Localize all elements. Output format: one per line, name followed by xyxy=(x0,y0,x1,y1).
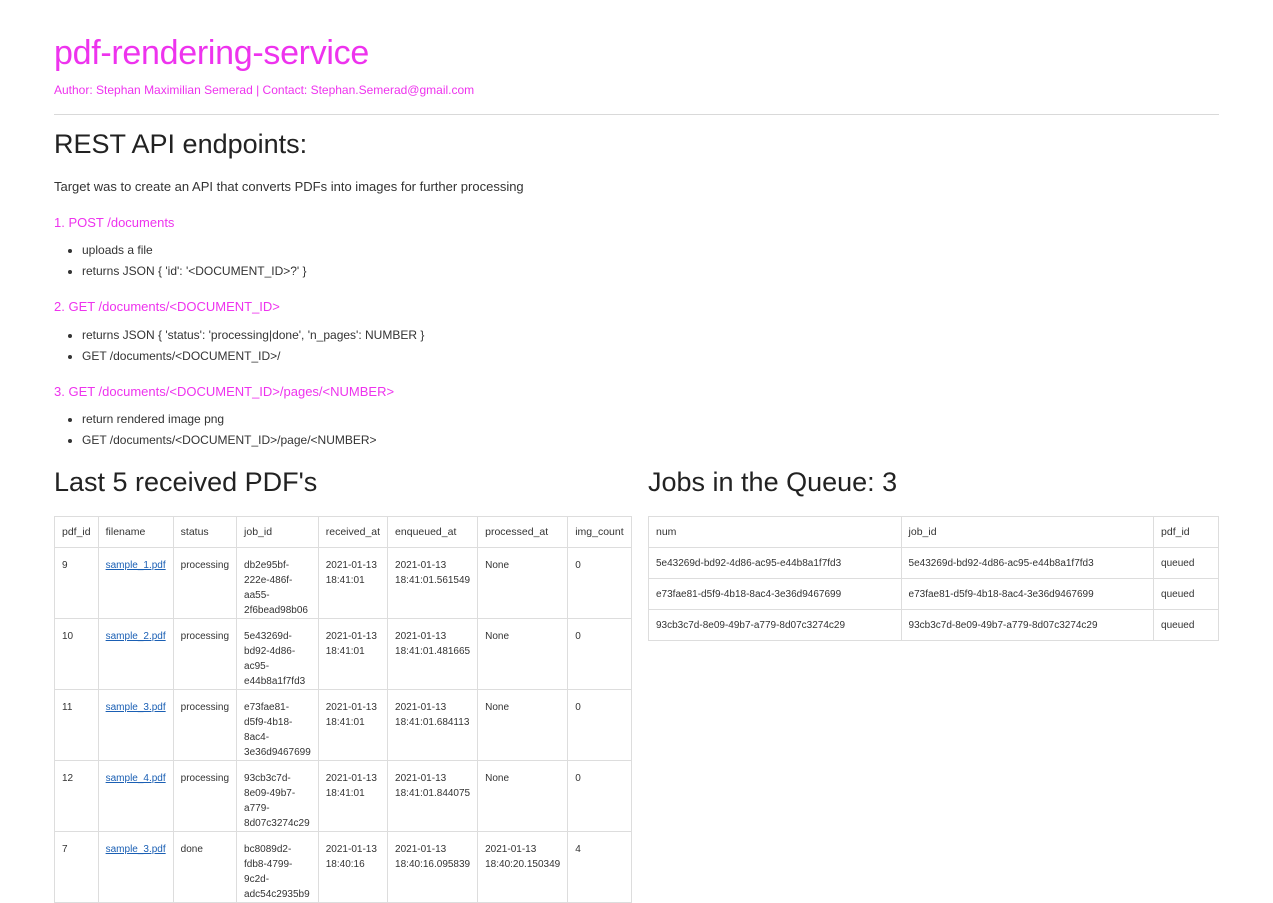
cell-num: 93cb3c7d-8e09-49b7-a779-8d07c3274c29 xyxy=(648,609,902,641)
filename-link[interactable]: sample_1.pdf xyxy=(106,560,166,571)
cell-img-count: 0 xyxy=(567,547,632,619)
cell-pdf-id: queued xyxy=(1153,609,1219,641)
column-header-img-count: img_count xyxy=(567,516,632,548)
table-row: 11 sample_3.pdf processing e73fae81-d5f9… xyxy=(54,689,632,761)
queue-count: 3 xyxy=(882,467,898,497)
list-item: GET /documents/<DOCUMENT_ID>/ xyxy=(82,346,424,367)
cell-job-id: 93cb3c7d-8e09-49b7-a779-8d07c3274c29 xyxy=(900,609,1155,641)
filename-link[interactable]: sample_4.pdf xyxy=(106,773,166,784)
list-item: returns JSON { 'id': '<DOCUMENT_ID>?' } xyxy=(82,261,307,282)
api-intro: Target was to create an API that convert… xyxy=(54,179,524,194)
cell-received-at: 2021-01-13 18:40:16 xyxy=(317,831,389,903)
cell-enqueued-at: 2021-01-13 18:41:01.844075 xyxy=(387,760,479,832)
cell-processed-at: None xyxy=(477,760,569,832)
cell-processed-at: None xyxy=(477,547,569,619)
endpoint-2-list: returns JSON { 'status': 'processing|don… xyxy=(54,325,424,367)
queue-heading-label: Jobs in the Queue: xyxy=(648,467,875,497)
list-item: uploads a file xyxy=(82,240,307,261)
last-pdfs-table: pdf_id filename status job_id received_a… xyxy=(54,516,632,903)
cell-job-id: db2e95bf-222e-486f-aa55-2f6bead98b06 xyxy=(236,547,319,619)
column-header-pdf-id: pdf_id xyxy=(1153,516,1219,548)
cell-status: processing xyxy=(172,689,238,761)
filename-link[interactable]: sample_2.pdf xyxy=(106,631,166,642)
table-row: 93cb3c7d-8e09-49b7-a779-8d07c3274c29 93c… xyxy=(648,609,1219,641)
list-item: GET /documents/<DOCUMENT_ID>/page/<NUMBE… xyxy=(82,430,377,451)
cell-processed-at: None xyxy=(477,689,569,761)
column-header-job-id: job_id xyxy=(236,516,319,548)
table-row: 9 sample_1.pdf processing db2e95bf-222e-… xyxy=(54,547,632,619)
cell-status: done xyxy=(172,831,238,903)
endpoint-1-list: uploads a file returns JSON { 'id': '<DO… xyxy=(54,240,307,282)
author-line: Author: Stephan Maximilian Semerad | Con… xyxy=(54,83,475,97)
filename-link[interactable]: sample_3.pdf xyxy=(106,702,166,713)
table-header-row: num job_id pdf_id xyxy=(648,516,1219,548)
cell-received-at: 2021-01-13 18:41:01 xyxy=(317,760,389,832)
cell-job-id: 5e43269d-bd92-4d86-ac95-e44b8a1f7fd3 xyxy=(900,547,1155,579)
cell-filename: sample_3.pdf xyxy=(97,831,174,903)
cell-received-at: 2021-01-13 18:41:01 xyxy=(317,547,389,619)
column-header-job-id: job_id xyxy=(900,516,1155,548)
cell-job-id: e73fae81-d5f9-4b18-8ac4-3e36d9467699 xyxy=(236,689,319,761)
table-row: e73fae81-d5f9-4b18-8ac4-3e36d9467699 e73… xyxy=(648,578,1219,610)
table-row: 5e43269d-bd92-4d86-ac95-e44b8a1f7fd3 5e4… xyxy=(648,547,1219,579)
cell-img-count: 4 xyxy=(567,831,632,903)
cell-processed-at: 2021-01-13 18:40:20.150349 xyxy=(477,831,569,903)
list-item: return rendered image png xyxy=(82,409,377,430)
cell-processed-at: None xyxy=(477,618,569,690)
cell-pdf-id: queued xyxy=(1153,578,1219,610)
column-header-pdf-id: pdf_id xyxy=(54,516,99,548)
cell-enqueued-at: 2021-01-13 18:41:01.481665 xyxy=(387,618,479,690)
page-title: pdf-rendering-service xyxy=(54,34,369,72)
cell-img-count: 0 xyxy=(567,760,632,832)
queue-heading: Jobs in the Queue: 3 xyxy=(648,467,897,498)
column-header-enqueued-at: enqueued_at xyxy=(387,516,479,548)
cell-pdf-id: 9 xyxy=(54,547,99,619)
page: pdf-rendering-service Author: Stephan Ma… xyxy=(0,0,1273,903)
table-header-row: pdf_id filename status job_id received_a… xyxy=(54,516,632,548)
cell-received-at: 2021-01-13 18:41:01 xyxy=(317,689,389,761)
cell-pdf-id: queued xyxy=(1153,547,1219,579)
cell-job-id: 5e43269d-bd92-4d86-ac95-e44b8a1f7fd3 xyxy=(236,618,319,690)
column-header-processed-at: processed_at xyxy=(477,516,569,548)
table-row: 10 sample_2.pdf processing 5e43269d-bd92… xyxy=(54,618,632,690)
cell-pdf-id: 7 xyxy=(54,831,99,903)
cell-status: processing xyxy=(172,618,238,690)
column-header-num: num xyxy=(648,516,902,548)
cell-filename: sample_3.pdf xyxy=(97,689,174,761)
cell-status: processing xyxy=(172,760,238,832)
cell-pdf-id: 10 xyxy=(54,618,99,690)
column-header-status: status xyxy=(172,516,238,548)
table-row: 12 sample_4.pdf processing 93cb3c7d-8e09… xyxy=(54,760,632,832)
cell-img-count: 0 xyxy=(567,689,632,761)
queue-table: num job_id pdf_id 5e43269d-bd92-4d86-ac9… xyxy=(648,516,1219,641)
cell-img-count: 0 xyxy=(567,618,632,690)
header-divider xyxy=(54,114,1219,115)
cell-enqueued-at: 2021-01-13 18:41:01.684113 xyxy=(387,689,479,761)
cell-num: e73fae81-d5f9-4b18-8ac4-3e36d9467699 xyxy=(648,578,902,610)
last-pdfs-heading: Last 5 received PDF's xyxy=(54,467,318,497)
cell-filename: sample_1.pdf xyxy=(97,547,174,619)
cell-pdf-id: 12 xyxy=(54,760,99,832)
endpoint-3-list: return rendered image png GET /documents… xyxy=(54,409,377,451)
column-header-received-at: received_at xyxy=(317,516,389,548)
api-heading: REST API endpoints: xyxy=(54,129,308,159)
table-row: 7 sample_3.pdf done bc8089d2-fdb8-4799-9… xyxy=(54,831,632,903)
endpoint-2-title: 2. GET /documents/<DOCUMENT_ID> xyxy=(54,299,280,314)
endpoint-3-title: 3. GET /documents/<DOCUMENT_ID>/pages/<N… xyxy=(54,384,395,399)
list-item: returns JSON { 'status': 'processing|don… xyxy=(82,325,424,346)
cell-filename: sample_2.pdf xyxy=(97,618,174,690)
cell-num: 5e43269d-bd92-4d86-ac95-e44b8a1f7fd3 xyxy=(648,547,902,579)
cell-filename: sample_4.pdf xyxy=(97,760,174,832)
cell-received-at: 2021-01-13 18:41:01 xyxy=(317,618,389,690)
cell-status: processing xyxy=(172,547,238,619)
endpoint-1-title: 1. POST /documents xyxy=(54,215,175,230)
cell-enqueued-at: 2021-01-13 18:40:16.095839 xyxy=(387,831,479,903)
cell-enqueued-at: 2021-01-13 18:41:01.561549 xyxy=(387,547,479,619)
cell-job-id: 93cb3c7d-8e09-49b7-a779-8d07c3274c29 xyxy=(236,760,319,832)
cell-pdf-id: 11 xyxy=(54,689,99,761)
cell-job-id: bc8089d2-fdb8-4799-9c2d-adc54c2935b9 xyxy=(236,831,319,903)
column-header-filename: filename xyxy=(97,516,174,548)
filename-link[interactable]: sample_3.pdf xyxy=(106,844,166,855)
cell-job-id: e73fae81-d5f9-4b18-8ac4-3e36d9467699 xyxy=(900,578,1155,610)
